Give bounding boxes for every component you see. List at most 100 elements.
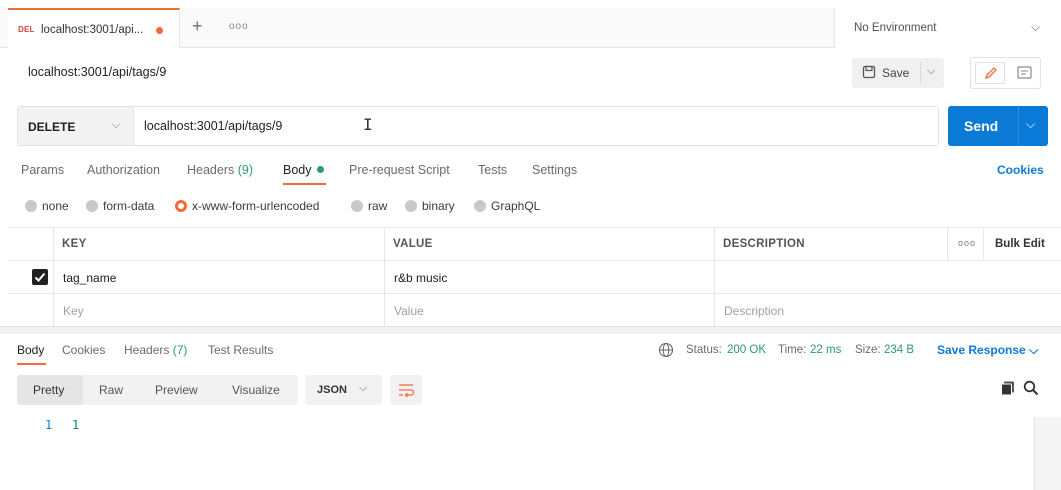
size-label: Size: — [855, 344, 881, 356]
response-scrollbar[interactable] — [1034, 417, 1061, 490]
radio-label: x-www-form-urlencoded — [192, 199, 320, 213]
http-method-select[interactable]: DELETE ⌵ — [18, 107, 134, 145]
tab-options-more-icon[interactable]: ooo — [229, 21, 249, 32]
divider — [920, 62, 921, 84]
request-tab-active[interactable]: DEL localhost:3001/api... — [8, 8, 180, 48]
body-type-x-www-form-urlencoded[interactable]: x-www-form-urlencoded — [175, 199, 319, 213]
unsaved-dot-icon[interactable] — [156, 27, 163, 34]
send-label: Send — [964, 118, 999, 134]
tab-tests[interactable]: Tests — [478, 163, 507, 177]
active-tab-indicator — [283, 183, 326, 185]
save-options-chevron-icon[interactable]: ⌵ — [927, 65, 935, 78]
tab-headers[interactable]: Headers (9) — [187, 163, 253, 177]
table-cell — [8, 228, 54, 261]
time-value[interactable]: 22 ms — [810, 344, 841, 356]
url-bar: DELETE ⌵ localhost:3001/api/tags/9 I — [17, 106, 939, 146]
response-tab-cookies[interactable]: Cookies — [62, 343, 105, 357]
send-options-chevron-icon[interactable]: ⌵ — [1026, 117, 1035, 132]
save-response-button[interactable]: Save Response ⌵ — [937, 343, 1038, 358]
radio-icon — [86, 200, 98, 212]
tab-body[interactable]: Body — [283, 163, 324, 177]
response-tab-body[interactable]: Body — [17, 343, 44, 357]
body-type-form-data[interactable]: form-data — [86, 199, 154, 213]
documentation-button[interactable] — [1011, 62, 1037, 84]
radio-icon — [405, 200, 417, 212]
edit-mode-button[interactable] — [975, 62, 1005, 84]
tab-headers-label: Headers — [187, 163, 235, 177]
response-tab-test-results[interactable]: Test Results — [208, 343, 273, 357]
response-headers-label: Headers — [124, 343, 170, 357]
new-description-field[interactable]: Description — [715, 294, 1061, 327]
http-method-value: DELETE — [28, 120, 76, 134]
param-key-cell[interactable]: tag_name — [54, 261, 385, 294]
body-type-raw[interactable]: raw — [351, 199, 387, 213]
tab-pre-request-script[interactable]: Pre-request Script — [349, 163, 450, 177]
tab-params[interactable]: Params — [21, 163, 64, 177]
response-pane-divider[interactable] — [0, 326, 1061, 334]
request-title[interactable]: localhost:3001/api/tags/9 — [28, 65, 166, 79]
new-value-field[interactable]: Value — [385, 294, 715, 327]
environment-label: No Environment — [854, 22, 937, 34]
radio-selected-icon — [175, 200, 187, 212]
search-icon[interactable] — [1023, 380, 1039, 396]
radio-label: none — [42, 199, 69, 213]
description-placeholder: Description — [724, 304, 785, 318]
column-header-value: VALUE — [393, 238, 433, 250]
text-cursor-icon: I — [363, 115, 373, 134]
radio-icon — [351, 200, 363, 212]
chevron-down-icon: ⌵ — [359, 382, 368, 394]
status-label: Status: — [686, 344, 722, 356]
globe-icon[interactable] — [658, 342, 674, 358]
response-tab-headers[interactable]: Headers (7) — [124, 343, 187, 357]
row-enabled-checkbox[interactable] — [32, 269, 48, 285]
format-preview-button[interactable]: Preview — [155, 383, 198, 397]
url-input-value: localhost:3001/api/tags/9 — [144, 119, 283, 133]
body-type-binary[interactable]: binary — [405, 199, 455, 213]
tab-headers-count: (9) — [237, 163, 254, 177]
tab-method-badge: DEL — [18, 25, 35, 34]
document-icon — [1017, 66, 1032, 79]
body-type-graphql[interactable]: GraphQL — [474, 199, 540, 213]
wrap-lines-icon — [399, 384, 415, 398]
new-tab-plus-icon[interactable]: + — [192, 16, 203, 37]
copy-icon[interactable] — [1000, 380, 1016, 396]
format-pretty-label: Pretty — [33, 383, 65, 397]
tab-body-label: Body — [283, 163, 312, 177]
save-label: Save — [882, 66, 910, 80]
tab-settings[interactable]: Settings — [532, 163, 577, 177]
status-value[interactable]: 200 OK — [727, 344, 766, 356]
cookies-link[interactable]: Cookies — [997, 163, 1044, 177]
column-options-more-icon[interactable]: ooo — [958, 238, 976, 248]
response-format-tabs: Pretty Raw Preview Visualize — [17, 375, 298, 405]
send-button[interactable]: Send ⌵ — [948, 106, 1048, 146]
format-visualize-button[interactable]: Visualize — [232, 383, 280, 397]
size-value[interactable]: 234 B — [884, 344, 914, 356]
url-input[interactable]: localhost:3001/api/tags/9 I — [134, 107, 938, 145]
radio-icon — [474, 200, 486, 212]
format-pretty-button[interactable]: Pretty — [17, 375, 83, 405]
line-number: 1 — [45, 418, 53, 432]
new-key-field[interactable]: Key — [54, 294, 385, 327]
view-mode-toggle — [970, 57, 1041, 89]
table-header-row: KEY VALUE DESCRIPTION ooo Bulk Edit — [8, 228, 1061, 261]
tab-authorization[interactable]: Authorization — [87, 163, 160, 177]
table-cell — [8, 261, 54, 294]
body-type-none[interactable]: none — [25, 199, 69, 213]
save-button[interactable]: Save ⌵ — [852, 58, 944, 88]
param-description-cell[interactable] — [715, 261, 1061, 294]
column-header-key: KEY — [62, 238, 87, 250]
radio-label: binary — [422, 199, 455, 213]
pencil-icon — [984, 67, 997, 80]
table-cell: KEY — [54, 228, 385, 261]
param-value-cell[interactable]: r&b music — [385, 261, 715, 294]
wrap-lines-button[interactable] — [390, 375, 422, 405]
key-placeholder: Key — [63, 304, 84, 318]
response-headers-count: (7) — [172, 343, 188, 357]
bulk-edit-link[interactable]: Bulk Edit — [995, 238, 1045, 250]
params-table: KEY VALUE DESCRIPTION ooo Bulk Edit tag_… — [8, 227, 1061, 327]
environment-selector[interactable]: No Environment ⌵ — [834, 8, 1061, 48]
response-language-select[interactable]: JSON ⌵ — [305, 375, 382, 405]
format-raw-button[interactable]: Raw — [99, 383, 123, 397]
response-body-content[interactable]: 1 — [72, 418, 79, 432]
param-value: r&b music — [394, 271, 448, 285]
